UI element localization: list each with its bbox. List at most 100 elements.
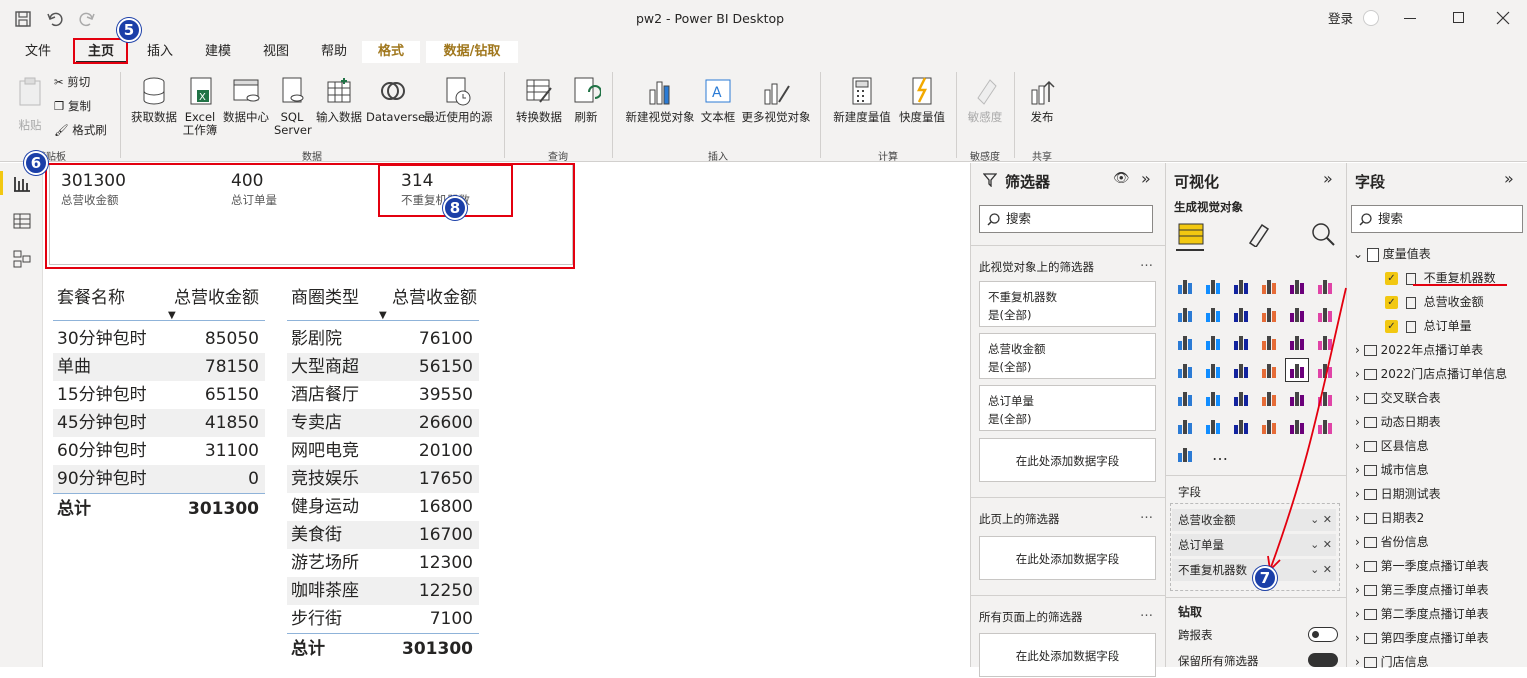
column-header[interactable]: 商圈类型 bbox=[291, 283, 381, 308]
analytics-icon[interactable] bbox=[1310, 221, 1336, 247]
table-row[interactable]: 30分钟包时 85050 bbox=[53, 325, 265, 353]
close-icon[interactable] bbox=[1496, 11, 1510, 25]
table-node[interactable]: › 省份信息 bbox=[1355, 530, 1429, 554]
column-header[interactable]: 套餐名称 bbox=[57, 283, 167, 308]
more-icon[interactable]: … bbox=[1140, 507, 1153, 522]
more-visuals-button[interactable]: 更多视觉对象 bbox=[738, 76, 814, 124]
line-chart-icon[interactable] bbox=[1174, 303, 1196, 325]
sql-button[interactable]: SQL Server bbox=[274, 76, 312, 137]
table-row[interactable]: 咖啡茶座 12250 bbox=[287, 577, 479, 605]
measure-field[interactable]: ✓ 总营收金额 bbox=[1385, 290, 1484, 314]
table-node[interactable]: › 第一季度点播订单表 bbox=[1355, 554, 1489, 578]
checkbox-checked-icon[interactable]: ✓ bbox=[1385, 296, 1398, 309]
area-chart-icon[interactable] bbox=[1202, 303, 1224, 325]
table-row[interactable]: 15分钟包时 65150 bbox=[53, 381, 265, 409]
table-node[interactable]: › 第三季度点播订单表 bbox=[1355, 578, 1489, 602]
sensitivity-button[interactable]: 敏感度 bbox=[962, 76, 1008, 124]
redo-icon[interactable] bbox=[78, 10, 96, 28]
recent-sources-button[interactable]: 最近使用的源 bbox=[420, 76, 496, 124]
dataverse-button[interactable]: Dataverse bbox=[366, 76, 425, 124]
table-icon[interactable] bbox=[1202, 387, 1224, 409]
table-node[interactable]: › 区县信息 bbox=[1355, 434, 1429, 458]
filter-card[interactable]: 总营收金额 是(全部) bbox=[979, 333, 1156, 379]
format-visual-icon[interactable] bbox=[1246, 221, 1272, 247]
stacked-bar-icon[interactable] bbox=[1174, 275, 1196, 297]
table-node[interactable]: › 2022门店点播订单信息 bbox=[1355, 362, 1507, 386]
measure-field[interactable]: ✓ 不重复机器数 bbox=[1385, 266, 1496, 290]
transform-data-button[interactable]: 转换数据 bbox=[512, 76, 566, 124]
collapse-viz-icon[interactable]: » bbox=[1323, 169, 1333, 188]
table-node[interactable]: › 2022年点播订单表 bbox=[1355, 338, 1483, 362]
new-visual-button[interactable]: 新建视觉对象 bbox=[622, 76, 698, 124]
datahub-button[interactable]: 数据中心 bbox=[220, 76, 272, 124]
tab-file[interactable]: 文件 bbox=[16, 41, 60, 63]
table-view-icon[interactable] bbox=[12, 211, 32, 231]
report-view-icon[interactable] bbox=[12, 173, 32, 193]
checkbox-checked-icon[interactable]: ✓ bbox=[1385, 320, 1398, 333]
measure-field[interactable]: ✓ 总订单量 bbox=[1385, 314, 1472, 338]
model-view-icon[interactable] bbox=[12, 249, 32, 269]
table-node[interactable]: › 门店信息 bbox=[1355, 650, 1429, 674]
table-row[interactable]: 专卖店 26600 bbox=[287, 409, 479, 437]
build-visual-icon[interactable] bbox=[1176, 219, 1206, 249]
collapse-filters-icon[interactable]: » bbox=[1141, 169, 1151, 188]
table-row[interactable]: 网吧电竞 20100 bbox=[287, 437, 479, 465]
map-icon[interactable] bbox=[1174, 359, 1196, 381]
slicer-icon[interactable] bbox=[1174, 387, 1196, 409]
table-row[interactable]: 步行街 7100 bbox=[287, 605, 479, 633]
table-node[interactable]: › 日期测试表 bbox=[1355, 482, 1441, 506]
undo-icon[interactable] bbox=[46, 10, 64, 28]
tab-format[interactable]: 格式 bbox=[362, 41, 420, 63]
table-node[interactable]: › 第二季度点播订单表 bbox=[1355, 602, 1489, 626]
format-painter-button[interactable]: 🖌 格式刷 bbox=[54, 124, 107, 137]
table-row[interactable]: 45分钟包时 41850 bbox=[53, 409, 265, 437]
more-icon[interactable]: … bbox=[1140, 605, 1153, 620]
table-node[interactable]: › 动态日期表 bbox=[1355, 410, 1441, 434]
save-icon[interactable] bbox=[14, 10, 32, 28]
table-row[interactable]: 90分钟包时 0 bbox=[53, 465, 265, 493]
add-field-dropzone[interactable]: 在此处添加数据字段 bbox=[979, 633, 1156, 677]
column-header[interactable]: 总营收金额 bbox=[163, 283, 259, 308]
login-button[interactable]: 登录 bbox=[1328, 0, 1353, 37]
filters-search-input[interactable]: 搜索 bbox=[979, 205, 1153, 233]
table-node[interactable]: › 交叉联合表 bbox=[1355, 386, 1441, 410]
maximize-icon[interactable] bbox=[1453, 12, 1464, 23]
filled-map-icon[interactable] bbox=[1202, 359, 1224, 381]
tab-insert[interactable]: 插入 bbox=[136, 41, 184, 63]
get-data-button[interactable]: 获取数据 bbox=[128, 76, 180, 124]
more-visuals-icon[interactable]: … bbox=[1212, 445, 1228, 464]
table-node[interactable]: › 第四季度点播订单表 bbox=[1355, 626, 1489, 650]
stacked-column-icon[interactable] bbox=[1202, 275, 1224, 297]
eye-icon[interactable]: 👁 bbox=[1113, 171, 1130, 186]
minimize-icon[interactable] bbox=[1404, 18, 1416, 19]
keep-filters-toggle[interactable] bbox=[1308, 653, 1338, 667]
excel-button[interactable]: X Excel 工作簿 bbox=[182, 76, 218, 137]
measure-table-node[interactable]: ⌄ 度量值表 bbox=[1353, 242, 1431, 266]
copy-button[interactable]: ❐ 复制 bbox=[54, 100, 91, 113]
paste-button[interactable]: 粘贴 bbox=[10, 76, 50, 132]
publish-button[interactable]: 发布 bbox=[1022, 76, 1062, 124]
avatar[interactable] bbox=[1363, 10, 1379, 26]
quick-measure-button[interactable]: 快度量值 bbox=[894, 76, 950, 124]
fields-search-input[interactable]: 搜索 bbox=[1351, 205, 1523, 233]
table-node[interactable]: › 日期表2 bbox=[1355, 506, 1424, 530]
qa-icon[interactable] bbox=[1202, 415, 1224, 437]
tab-data-drill[interactable]: 数据/钻取 bbox=[426, 41, 518, 63]
table-row[interactable]: 单曲 78150 bbox=[53, 353, 265, 381]
tab-view[interactable]: 视图 bbox=[252, 41, 300, 63]
collapse-fields-icon[interactable]: » bbox=[1504, 169, 1514, 188]
textbox-button[interactable]: A 文本框 bbox=[698, 76, 738, 124]
funnel-icon[interactable] bbox=[1202, 331, 1224, 353]
more-icon[interactable]: … bbox=[1140, 255, 1153, 270]
filter-card[interactable]: 总订单量 是(全部) bbox=[979, 385, 1156, 431]
power-automate-icon[interactable] bbox=[1174, 443, 1196, 465]
table-row[interactable]: 游艺场所 12300 bbox=[287, 549, 479, 577]
new-measure-button[interactable]: 新建度量值 bbox=[830, 76, 894, 124]
cross-report-toggle[interactable] bbox=[1308, 627, 1338, 642]
table-row[interactable]: 健身运动 16800 bbox=[287, 493, 479, 521]
add-field-dropzone[interactable]: 在此处添加数据字段 bbox=[979, 536, 1156, 580]
table-row[interactable]: 60分钟包时 31100 bbox=[53, 437, 265, 465]
table-row[interactable]: 竞技娱乐 17650 bbox=[287, 465, 479, 493]
decomposition-tree-icon[interactable] bbox=[1174, 415, 1196, 437]
table-row[interactable]: 酒店餐厅 39550 bbox=[287, 381, 479, 409]
